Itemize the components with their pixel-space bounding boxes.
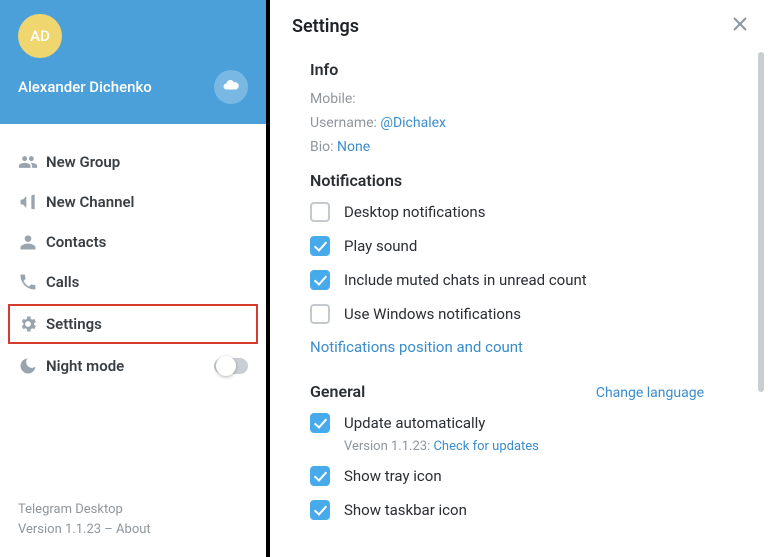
profile-header: AD Alexander Dichenko (0, 0, 266, 124)
checkbox-icon (310, 202, 330, 222)
notifications-position-link[interactable]: Notifications position and count (310, 338, 746, 356)
menu-label: Settings (46, 315, 102, 333)
check-update-automatically[interactable]: Update automatically (310, 413, 746, 433)
panel-header: Settings (270, 0, 768, 52)
menu-label: New Group (46, 153, 120, 171)
close-icon (732, 16, 748, 37)
menu-item-new-group[interactable]: New Group (0, 142, 266, 182)
close-button[interactable] (732, 16, 748, 37)
check-label: Show tray icon (344, 467, 442, 485)
username-link[interactable]: @Dichalex (380, 115, 446, 131)
check-desktop-notifications[interactable]: Desktop notifications (310, 202, 746, 222)
settings-panel: Settings Info Mobile: Username: @Dichale… (270, 0, 768, 557)
scrollbar-thumb[interactable] (758, 52, 764, 392)
checkbox-icon (310, 413, 330, 433)
check-label: Play sound (344, 237, 417, 255)
moon-icon (18, 356, 46, 376)
menu-item-night-mode[interactable]: Night mode (0, 346, 266, 386)
menu-label: Night mode (46, 357, 124, 375)
night-mode-toggle[interactable] (214, 358, 248, 374)
change-language-link[interactable]: Change language (596, 385, 704, 401)
checkbox-icon (310, 500, 330, 520)
check-label: Include muted chats in unread count (344, 271, 587, 289)
section-info-title: Info (310, 60, 746, 79)
checkbox-icon (310, 236, 330, 256)
app-name: Telegram Desktop (18, 500, 248, 520)
check-windows-notifications[interactable]: Use Windows notifications (310, 304, 746, 324)
check-label: Use Windows notifications (344, 305, 521, 323)
info-username: Username: @Dichalex (310, 115, 746, 131)
check-label: Desktop notifications (344, 203, 485, 221)
menu-item-contacts[interactable]: Contacts (0, 222, 266, 262)
panel-title: Settings (292, 16, 359, 37)
check-label: Show taskbar icon (344, 501, 467, 519)
check-for-updates-link[interactable]: Check for updates (433, 439, 538, 454)
check-include-muted[interactable]: Include muted chats in unread count (310, 270, 746, 290)
sidebar: AD Alexander Dichenko New Group New Chan… (0, 0, 270, 557)
group-icon (18, 152, 46, 172)
checkbox-icon (310, 304, 330, 324)
menu: New Group New Channel Contacts Calls (0, 124, 266, 488)
panel-body: Info Mobile: Username: @Dichalex Bio: No… (270, 52, 768, 557)
about-link[interactable]: About (116, 522, 151, 537)
menu-label: Calls (46, 273, 79, 291)
section-notifications-title: Notifications (310, 171, 746, 190)
info-bio: Bio: None (310, 139, 746, 155)
check-play-sound[interactable]: Play sound (310, 236, 746, 256)
sidebar-footer: Telegram Desktop Version 1.1.23 – About (0, 488, 266, 557)
scrollbar[interactable] (758, 52, 764, 549)
menu-item-settings[interactable]: Settings (8, 304, 258, 344)
check-show-tray[interactable]: Show tray icon (310, 466, 746, 486)
cloud-button[interactable] (214, 70, 248, 104)
gear-icon (18, 314, 46, 334)
menu-item-new-channel[interactable]: New Channel (0, 182, 266, 222)
check-label: Update automatically (344, 414, 485, 432)
section-general-title: General (310, 382, 365, 401)
cloud-icon (222, 76, 240, 98)
megaphone-icon (18, 192, 46, 212)
contacts-icon (18, 232, 46, 252)
menu-item-calls[interactable]: Calls (0, 262, 266, 302)
phone-icon (18, 272, 46, 292)
avatar[interactable]: AD (18, 14, 62, 58)
menu-label: Contacts (46, 233, 106, 251)
info-mobile: Mobile: (310, 91, 746, 107)
checkbox-icon (310, 270, 330, 290)
check-show-taskbar[interactable]: Show taskbar icon (310, 500, 746, 520)
app-version: Version 1.1.23 – (18, 522, 116, 537)
checkbox-icon (310, 466, 330, 486)
update-subline: Version 1.1.23: Check for updates (344, 439, 746, 454)
menu-label: New Channel (46, 193, 134, 211)
bio-link[interactable]: None (337, 139, 370, 155)
